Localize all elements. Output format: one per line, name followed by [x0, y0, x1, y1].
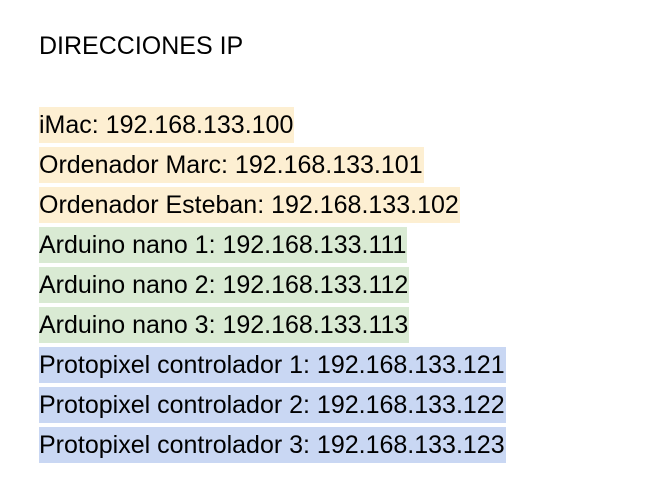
ip-entry-arduino-nano-2: Arduino nano 2: 192.168.133.112: [39, 267, 506, 307]
ip-entry-imac: iMac: 192.168.133.100: [39, 107, 506, 147]
ip-entry-arduino-nano-3: Arduino nano 3: 192.168.133.113: [39, 307, 506, 347]
ip-entry-text: Ordenador Marc: 192.168.133.101: [39, 147, 424, 183]
ip-entry-text: Ordenador Esteban: 192.168.133.102: [39, 187, 460, 223]
ip-entry-protopixel-2: Protopixel controlador 2: 192.168.133.12…: [39, 387, 506, 427]
ip-entry-protopixel-3: Protopixel controlador 3: 192.168.133.12…: [39, 427, 506, 467]
document-body: DIRECCIONES IP iMac: 192.168.133.100 Ord…: [39, 0, 672, 494]
document-title: DIRECCIONES IP: [39, 32, 244, 60]
ip-entry-arduino-nano-1: Arduino nano 1: 192.168.133.111: [39, 227, 506, 267]
ip-entry-text: Arduino nano 1: 192.168.133.111: [39, 227, 408, 263]
ip-entry-protopixel-1: Protopixel controlador 1: 192.168.133.12…: [39, 347, 506, 387]
ip-entry-ordenador-marc: Ordenador Marc: 192.168.133.101: [39, 147, 506, 187]
ip-entry-text: Arduino nano 3: 192.168.133.113: [39, 307, 410, 343]
ip-entry-text: Protopixel controlador 3: 192.168.133.12…: [39, 427, 506, 463]
ip-entry-text: Arduino nano 2: 192.168.133.112: [39, 267, 410, 303]
ip-address-list: iMac: 192.168.133.100 Ordenador Marc: 19…: [39, 107, 506, 467]
ip-entry-text: Protopixel controlador 2: 192.168.133.12…: [39, 387, 506, 423]
ip-entry-text: Protopixel controlador 1: 192.168.133.12…: [39, 347, 506, 383]
ip-entry-text: iMac: 192.168.133.100: [39, 107, 295, 143]
ip-entry-ordenador-esteban: Ordenador Esteban: 192.168.133.102: [39, 187, 506, 227]
